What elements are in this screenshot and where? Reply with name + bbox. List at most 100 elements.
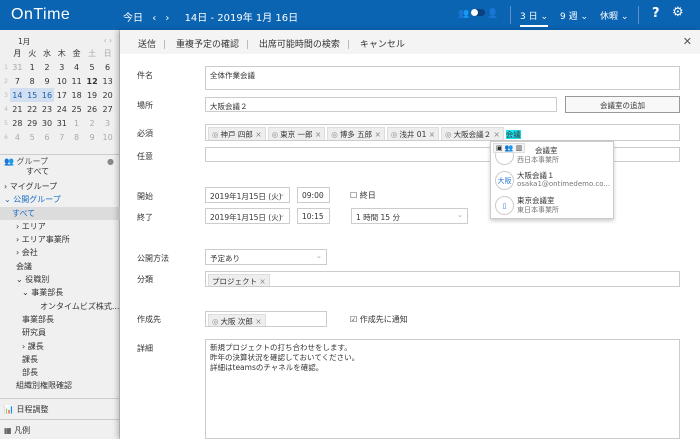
find-time-button[interactable]: 出席可能時間の検索 xyxy=(259,40,340,50)
view-3day[interactable]: 3 日 ⌄ xyxy=(520,9,548,27)
calendar-day[interactable]: 3 xyxy=(54,60,69,74)
calendar-day[interactable]: 14 xyxy=(10,88,25,102)
group-item[interactable]: ⌄ 役職別 xyxy=(0,273,120,286)
legend[interactable]: ▦ 凡例 xyxy=(0,419,120,437)
category-input[interactable]: プロジェクト × xyxy=(205,271,680,287)
group-item[interactable]: すべて xyxy=(0,206,120,220)
end-date-select[interactable]: 2019年1月15日 (火) xyxy=(205,208,290,224)
attendee-chip[interactable]: ◎ 博多 五郎 × xyxy=(327,127,385,140)
calendar-day[interactable]: 15 xyxy=(24,88,40,102)
calendar-day[interactable]: 26 xyxy=(84,102,100,116)
next-button[interactable]: › xyxy=(165,13,169,24)
calendar-day[interactable]: 22 xyxy=(25,102,40,116)
calendar-day[interactable]: 2 xyxy=(40,60,55,74)
group-item[interactable]: 組織別権限確認 xyxy=(0,379,120,392)
calendar-day[interactable]: 3 xyxy=(100,116,115,130)
check-conflict-button[interactable]: 重複予定の確認 xyxy=(176,40,239,50)
calendar-day[interactable]: 28 xyxy=(10,116,25,130)
detail-textarea[interactable]: 新規プロジェクトの打ち合わせをします。 昨年の決算状況を確認しておいてください。… xyxy=(205,339,680,439)
calendar-day[interactable]: 13 xyxy=(100,74,115,88)
calendar-day[interactable]: 6 xyxy=(40,130,55,144)
attendee-chip[interactable]: ◎ 神戸 四郎 × xyxy=(208,127,266,140)
suggestion-item[interactable]: 大阪 大阪会議１ osaka1@ontimedemo.co... xyxy=(495,169,613,193)
help-icon[interactable]: ? xyxy=(652,6,660,21)
calendar-day[interactable]: 30 xyxy=(40,116,55,130)
calendar-day[interactable]: 4 xyxy=(10,130,25,144)
subject-input[interactable]: 全体作業会議 xyxy=(205,66,680,90)
calendar-day[interactable]: 16 xyxy=(39,88,55,102)
holiday-menu[interactable]: 休暇 ⌄ xyxy=(600,9,628,22)
calendar-day[interactable]: 10 xyxy=(100,130,115,144)
place-input[interactable]: 大阪会議２ xyxy=(205,97,557,112)
group-item[interactable]: › エリア xyxy=(0,220,120,233)
calendar-day[interactable]: 31 xyxy=(10,60,25,74)
calendar-day[interactable]: 11 xyxy=(69,74,84,88)
attendee-chip[interactable]: ◎ 浅井 01 × xyxy=(386,127,440,140)
allday-checkbox[interactable]: ☐ 終日 xyxy=(350,190,376,201)
end-time-select[interactable]: 10:15 xyxy=(297,208,330,224)
gear-icon[interactable]: ⚙ xyxy=(672,5,684,20)
today-button[interactable]: 今日 xyxy=(123,13,143,24)
attendee-chip[interactable]: ◎ 大阪会議２ × xyxy=(441,127,504,140)
start-time-select[interactable]: 09:00 xyxy=(297,187,330,203)
calendar-day[interactable]: 24 xyxy=(54,102,69,116)
add-room-button[interactable]: 会議室の追加 xyxy=(565,96,680,113)
group-header[interactable]: 👥 グループ ● すべて xyxy=(0,157,120,177)
prev-button[interactable]: ‹ xyxy=(152,13,156,24)
calendar-day[interactable]: 7 xyxy=(10,74,25,88)
required-attendees-input[interactable]: ◎ 神戸 四郎 × ◎ 東京 一郎 × ◎ 博多 五郎 × ◎ 浅井 01 × ◎ 大阪会議２ ×… xyxy=(205,124,680,141)
notify-checkbox[interactable]: ☑ 作成先に通知 xyxy=(350,314,408,325)
duration-select[interactable]: 1 時間 15 分 xyxy=(351,208,468,224)
required-typed-text[interactable]: 会議 xyxy=(505,130,521,139)
send-button[interactable]: 送信 xyxy=(138,40,156,50)
calendar-day[interactable]: 7 xyxy=(54,130,69,144)
calendar-day[interactable]: 8 xyxy=(25,74,40,88)
group-item[interactable]: › マイグループ xyxy=(0,180,120,193)
calendar-day[interactable]: 9 xyxy=(84,130,100,144)
group-item[interactable]: 事業部長 xyxy=(0,313,120,326)
group-item[interactable]: ⌄ 事業部長 xyxy=(0,286,120,299)
calendar-day[interactable]: 20 xyxy=(100,88,115,102)
group-item[interactable]: ⌄ 公開グループ xyxy=(0,193,120,206)
calendar-day[interactable]: 12 xyxy=(84,74,100,88)
suggestion-item[interactable]: ▯ 東京会議室 東日本事業所 xyxy=(495,194,613,218)
calendar-day[interactable]: 25 xyxy=(69,102,84,116)
calendar-day[interactable]: 6 xyxy=(100,60,115,74)
calendar-day[interactable]: 9 xyxy=(40,74,55,88)
group-item[interactable]: › 会社 xyxy=(0,246,120,259)
calendar-day[interactable]: 4 xyxy=(69,60,84,74)
group-item[interactable]: オンタイムビズ株式... xyxy=(0,300,120,313)
group-item[interactable]: 部長 xyxy=(0,366,120,379)
calendar-day[interactable]: 17 xyxy=(54,88,69,102)
calendar-day[interactable]: 5 xyxy=(25,130,40,144)
calendar-day[interactable]: 23 xyxy=(40,102,55,116)
author-input[interactable]: ◎ 大阪 次郎 × xyxy=(205,311,327,327)
group-item[interactable]: 課長 xyxy=(0,353,120,366)
group-item[interactable]: 会議 xyxy=(0,260,120,273)
calendar-day[interactable]: 27 xyxy=(100,102,115,116)
group-item[interactable]: › 課長 xyxy=(0,340,120,353)
attendee-chip[interactable]: ◎ 東京 一郎 × xyxy=(267,127,326,140)
group-item[interactable]: 研究員 xyxy=(0,326,120,339)
start-date-select[interactable]: 2019年1月15日 (火) xyxy=(205,187,290,203)
calendar-day[interactable]: 5 xyxy=(84,60,100,74)
calendar-day[interactable]: 8 xyxy=(69,130,84,144)
calendar-day[interactable]: 1 xyxy=(25,60,40,74)
calendar-day[interactable]: 31 xyxy=(54,116,69,130)
calendar-day[interactable]: 18 xyxy=(69,88,84,102)
calendar-day[interactable]: 2 xyxy=(84,116,100,130)
filter-icons[interactable]: ▣ 👥 ▥ xyxy=(493,143,526,153)
cancel-button[interactable]: キャンセル xyxy=(360,40,405,50)
calendar-day[interactable]: 19 xyxy=(84,88,100,102)
calendar-day[interactable]: 1 xyxy=(69,116,84,130)
group-person-toggle[interactable]: 👥 👤 xyxy=(458,9,498,19)
view-9week[interactable]: 9 週 ⌄ xyxy=(560,9,588,22)
calendar-day[interactable]: 10 xyxy=(54,74,69,88)
calendar-day[interactable]: 21 xyxy=(10,102,25,116)
visibility-select[interactable]: 予定あり xyxy=(205,249,327,265)
schedule-adjust[interactable]: 📊 日程調整 xyxy=(0,398,120,416)
calendar-day[interactable]: 29 xyxy=(25,116,40,130)
calendar-nav[interactable]: ‹ › xyxy=(104,36,112,45)
close-icon[interactable]: ✕ xyxy=(683,35,692,48)
group-item[interactable]: › エリア事業所 xyxy=(0,233,120,246)
